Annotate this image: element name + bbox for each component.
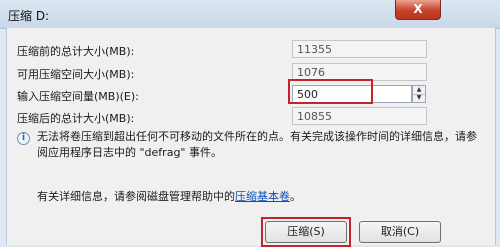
input-highlight-box — [288, 79, 373, 104]
shrink-amount-spinner[interactable]: ▲ ▼ — [412, 85, 426, 103]
info-icon: i — [17, 132, 30, 145]
shrink-basic-volume-link[interactable]: 压缩基本卷 — [235, 190, 290, 203]
total-after-value: 10855 — [292, 107, 427, 125]
close-button[interactable]: X — [395, 0, 441, 20]
dialog-body: 压缩前的总计大小(MB): 11355 可用压缩空间大小(MB): 1076 输… — [6, 28, 496, 247]
available-space-label: 可用压缩空间大小(MB): — [17, 68, 135, 81]
spin-down-icon[interactable]: ▼ — [413, 94, 425, 102]
titlebar: 压缩 D: X — [0, 0, 500, 29]
total-before-label: 压缩前的总计大小(MB): — [17, 45, 135, 58]
help-message: 有关详细信息，请参阅磁盘管理帮助中的压缩基本卷。 — [37, 188, 301, 204]
shrink-amount-label: 输入压缩空间量(MB)(E): — [17, 90, 139, 103]
shrink-button-highlight — [261, 217, 351, 247]
help-suffix: 。 — [290, 190, 301, 203]
help-text: 有关详细信息，请参阅磁盘管理帮助中的 — [37, 190, 235, 203]
cancel-button[interactable]: 取消(C) — [359, 221, 441, 243]
total-after-label: 压缩后的总计大小(MB): — [17, 112, 135, 125]
info-message: 无法将卷压缩到超出任何不可移动的文件所在的点。有关完成该操作时间的详细信息，请参… — [37, 130, 477, 159]
window-title: 压缩 D: — [8, 9, 50, 23]
total-before-value: 11355 — [292, 40, 427, 58]
